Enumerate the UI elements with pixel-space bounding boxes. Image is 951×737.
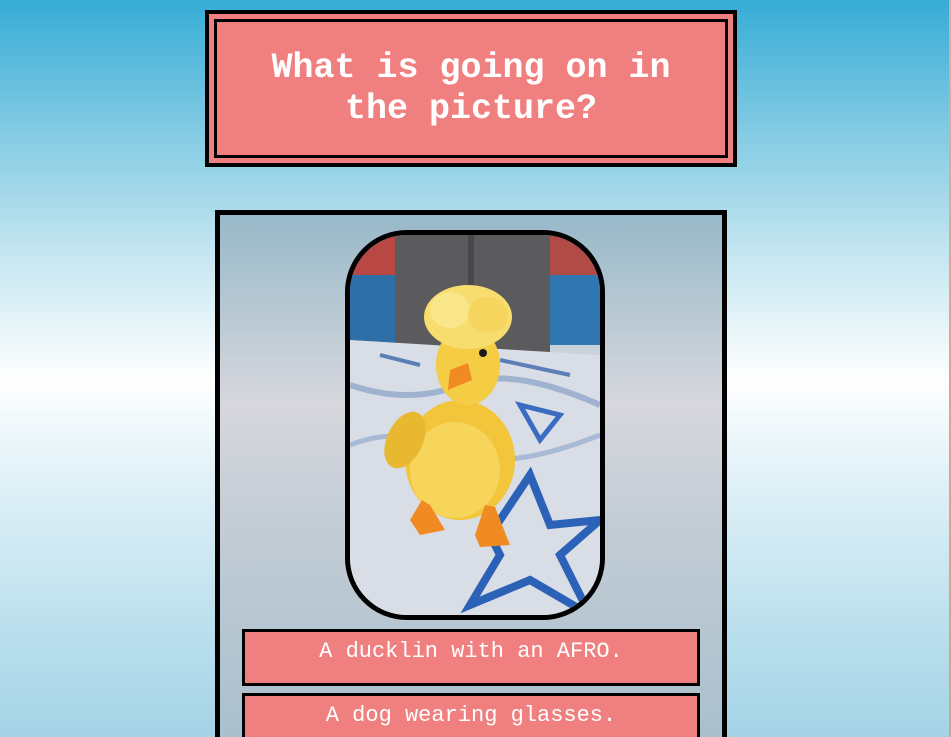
question-photo: [345, 230, 605, 620]
question-header-inner-border: What is going on in the picture?: [214, 19, 728, 158]
answer-option-2[interactable]: A dog wearing glasses.: [242, 693, 700, 737]
quiz-card: A ducklin with an AFRO. A dog wearing gl…: [215, 210, 727, 737]
question-title: What is going on in the picture?: [271, 47, 671, 129]
question-header: What is going on in the picture?: [205, 10, 737, 167]
answer-option-1[interactable]: A ducklin with an AFRO.: [242, 629, 700, 686]
duckling-image: [350, 235, 600, 615]
